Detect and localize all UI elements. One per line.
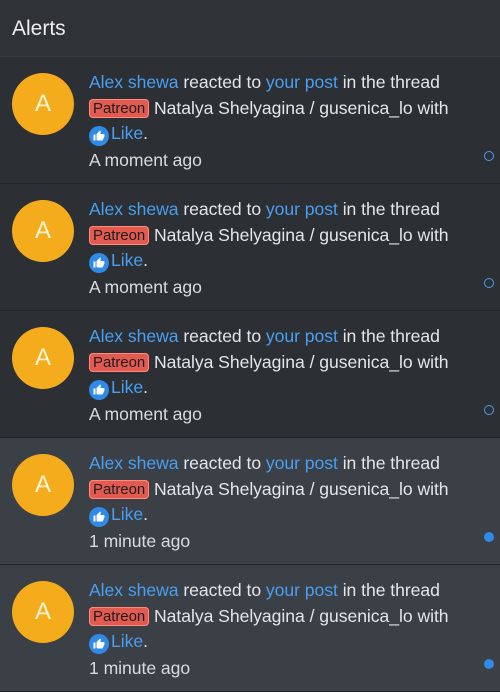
thread-prefix-badge[interactable]: Patreon — [89, 98, 150, 118]
alert-text: with — [417, 605, 449, 626]
alert-list: A Alex shewa reacted to your post in the… — [0, 57, 500, 692]
post-link[interactable]: your post — [266, 580, 338, 600]
thread-prefix-badge[interactable]: Patreon — [89, 479, 150, 499]
thumbs-up-icon — [89, 380, 109, 400]
alert-content: Alex shewa reacted to your post in the t… — [89, 70, 476, 173]
user-link[interactable]: Alex shewa — [89, 580, 179, 600]
alert-text: in the thread — [342, 453, 440, 473]
user-link[interactable]: Alex shewa — [89, 199, 179, 219]
alert-item[interactable]: A Alex shewa reacted to your post in the… — [0, 184, 500, 311]
user-link[interactable]: Alex shewa — [89, 453, 179, 473]
post-link[interactable]: your post — [266, 199, 338, 219]
thumbs-up-icon — [89, 507, 109, 527]
alert-text: in the thread — [342, 72, 440, 92]
alert-text: . — [143, 504, 148, 524]
alert-text: in the thread — [342, 199, 440, 219]
alert-timestamp: A moment ago — [89, 149, 202, 170]
alert-text: reacted to — [183, 199, 262, 219]
alert-text: with — [417, 478, 449, 499]
alert-text: . — [143, 250, 148, 270]
thread-prefix-badge[interactable]: Patreon — [89, 352, 150, 372]
avatar[interactable]: A — [12, 327, 74, 389]
alert-text: reacted to — [183, 453, 262, 473]
thumbs-up-icon — [89, 634, 109, 654]
mark-read-toggle[interactable] — [484, 278, 494, 288]
alert-text: in the thread — [342, 326, 440, 346]
thread-title-link[interactable]: Natalya Shelyagina / gusenica_lo — [154, 225, 413, 245]
post-link[interactable]: your post — [266, 453, 338, 473]
thread-title-link[interactable]: Natalya Shelyagina / gusenica_lo — [154, 479, 413, 499]
mark-read-toggle[interactable] — [484, 532, 494, 542]
user-link[interactable]: Alex shewa — [89, 326, 179, 346]
alert-text: reacted to — [183, 72, 262, 92]
alert-content: Alex shewa reacted to your post in the t… — [89, 324, 476, 427]
alert-item[interactable]: A Alex shewa reacted to your post in the… — [0, 311, 500, 438]
reaction-label: Like — [111, 250, 144, 270]
thumbs-up-icon — [89, 126, 109, 146]
thumbs-up-icon — [89, 253, 109, 273]
user-link[interactable]: Alex shewa — [89, 72, 179, 92]
alert-item[interactable]: A Alex shewa reacted to your post in the… — [0, 438, 500, 565]
alert-text: with — [417, 97, 449, 118]
avatar[interactable]: A — [12, 581, 74, 643]
alert-text: reacted to — [183, 580, 262, 600]
alert-text: reacted to — [183, 326, 262, 346]
reaction-label: Like — [111, 377, 144, 397]
alert-timestamp: A moment ago — [89, 403, 202, 424]
mark-read-toggle[interactable] — [484, 151, 494, 161]
alert-text: . — [143, 377, 148, 397]
alert-text: . — [143, 123, 148, 143]
alert-item[interactable]: A Alex shewa reacted to your post in the… — [0, 57, 500, 184]
avatar[interactable]: A — [12, 200, 74, 262]
alert-content: Alex shewa reacted to your post in the t… — [89, 197, 476, 300]
post-link[interactable]: your post — [266, 72, 338, 92]
alert-text: with — [417, 351, 449, 372]
reaction-label: Like — [111, 504, 144, 524]
thread-title-link[interactable]: Natalya Shelyagina / gusenica_lo — [154, 352, 413, 372]
alert-item[interactable]: A Alex shewa reacted to your post in the… — [0, 565, 500, 692]
thread-title-link[interactable]: Natalya Shelyagina / gusenica_lo — [154, 606, 413, 626]
thread-title-link[interactable]: Natalya Shelyagina / gusenica_lo — [154, 98, 413, 118]
alert-timestamp: 1 minute ago — [89, 530, 191, 551]
alert-text: in the thread — [342, 580, 440, 600]
page-title: Alerts — [0, 0, 500, 57]
avatar[interactable]: A — [12, 73, 74, 135]
post-link[interactable]: your post — [266, 326, 338, 346]
alert-content: Alex shewa reacted to your post in the t… — [89, 578, 476, 681]
alert-content: Alex shewa reacted to your post in the t… — [89, 451, 476, 554]
thread-prefix-badge[interactable]: Patreon — [89, 225, 150, 245]
mark-read-toggle[interactable] — [484, 405, 494, 415]
alert-timestamp: 1 minute ago — [89, 657, 191, 678]
reaction-label: Like — [111, 631, 144, 651]
mark-read-toggle[interactable] — [484, 659, 494, 669]
thread-prefix-badge[interactable]: Patreon — [89, 606, 150, 626]
alert-timestamp: A moment ago — [89, 276, 202, 297]
alert-text: . — [143, 631, 148, 651]
avatar[interactable]: A — [12, 454, 74, 516]
alert-text: with — [417, 224, 449, 245]
reaction-label: Like — [111, 123, 144, 143]
